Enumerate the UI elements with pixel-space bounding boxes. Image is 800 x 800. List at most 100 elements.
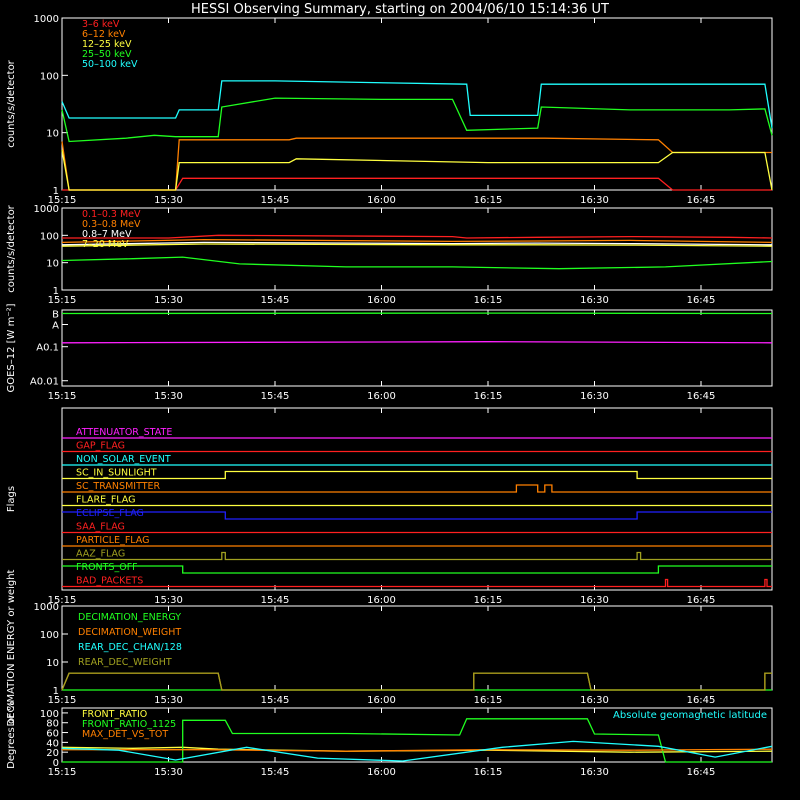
y-tick-label: 1000	[34, 602, 59, 613]
y-tick-label: 100	[40, 709, 59, 720]
x-tick-label: 15:30	[154, 695, 183, 706]
y-axis-label: counts/s/detector	[6, 204, 17, 292]
y-tick-label: 1000	[34, 204, 59, 215]
x-tick-label: 15:45	[261, 295, 290, 306]
x-tick-label: 16:15	[474, 195, 503, 206]
x-tick-label: 15:45	[261, 595, 290, 606]
legend-entry: SC_IN_SUNLIGHT	[76, 468, 157, 479]
panel-frame	[61, 207, 773, 291]
legend-entry: DECIMATION_WEIGHT	[78, 627, 181, 638]
y-tick-label: 40	[46, 738, 59, 749]
series-line	[62, 551, 772, 561]
x-tick-label: 16:00	[367, 195, 396, 206]
panel-3: A0.01 A0.1 AB GOES–12 [W m⁻²] 15:15 15:30 15:4…	[6, 303, 773, 402]
panel-5: 1101001000DECIMATION ENERGY or weight 15:…	[6, 569, 773, 726]
series-line	[62, 234, 773, 239]
series-line	[61, 341, 773, 344]
x-tick-label: 16:00	[367, 767, 396, 778]
x-tick-label: 16:30	[580, 295, 609, 306]
legend-entry: MAX_DET_VS_TOT	[82, 729, 168, 740]
legend-entry: FLARE_FLAG	[76, 495, 136, 506]
y-axis-label: counts/s/detector	[6, 59, 17, 147]
y-tick-label: 10	[46, 658, 59, 669]
x-tick-label: 16:00	[367, 695, 396, 706]
x-tick-label: 15:15	[48, 767, 77, 778]
y-axis-label: GOES–12 [W m⁻²]	[6, 303, 17, 392]
legend-entry: 7–20 MeV	[82, 239, 129, 250]
legend-entry: DECIMATION_ENERGY	[78, 612, 181, 623]
x-tick-label: 15:30	[154, 595, 183, 606]
series-line	[62, 470, 772, 480]
y-tick-label: A	[52, 320, 59, 331]
x-tick-label: 16:30	[580, 391, 609, 402]
y-axis-label: Flags	[6, 486, 17, 512]
x-tick-label: 16:00	[367, 295, 396, 306]
x-tick-label: 16:00	[367, 391, 396, 402]
panel-frame	[61, 17, 773, 191]
x-tick-label: 16:15	[474, 695, 503, 706]
legend-entry: FRONTS_OFF	[76, 562, 138, 573]
y-tick-label: B	[52, 309, 59, 320]
x-tick-label: 16:15	[474, 767, 503, 778]
y-axis-label: Degrees or %	[6, 701, 17, 769]
series-line	[61, 97, 773, 143]
y-tick-label: 1000	[34, 14, 59, 25]
legend-entry: GAP_FLAG	[76, 441, 125, 452]
y-tick-label: 100	[40, 630, 59, 641]
x-tick-label: 16:45	[687, 595, 716, 606]
x-tick-label: 16:30	[580, 767, 609, 778]
y-tick-label: 10	[46, 129, 59, 140]
x-tick-label: 16:30	[580, 195, 609, 206]
series-line	[62, 748, 773, 752]
x-tick-label: 16:15	[474, 595, 503, 606]
x-tick-label: 16:00	[367, 595, 396, 606]
y-tick-label: 20	[46, 748, 59, 759]
annotation-label: Absolute geomagnetic latitude	[613, 710, 767, 721]
panel-6: 020406080100Degrees or %15:15 15:30 15:45 1…	[6, 701, 773, 778]
legend-entry: REAR_DEC_CHAN/128	[78, 642, 182, 653]
legend-entry: 50–100 keV	[82, 59, 138, 70]
series-line	[62, 565, 772, 574]
series-line	[62, 484, 772, 493]
legend-entry: SC_TRANSMITTER	[76, 481, 161, 492]
y-tick-label: 100	[40, 71, 59, 82]
y-tick-label: 60	[46, 729, 59, 740]
x-tick-label: 16:45	[687, 767, 716, 778]
x-tick-label: 15:30	[154, 767, 183, 778]
x-tick-label: 16:45	[687, 695, 716, 706]
x-tick-label: 15:45	[261, 195, 290, 206]
x-tick-label: 15:30	[154, 391, 183, 402]
panel-1: 1101001000counts/s/detector15:15 15:30 15:…	[6, 14, 773, 206]
x-tick-label: 15:45	[261, 767, 290, 778]
panel-2: 1101001000counts/s/detector15:15 15:30 15:…	[6, 204, 773, 306]
x-tick-label: 15:15	[48, 295, 77, 306]
x-tick-label: 15:15	[48, 391, 77, 402]
x-tick-label: 16:45	[687, 195, 716, 206]
observing-summary-chart: HESSI Observing Summary, starting on 200…	[6, 2, 773, 778]
x-tick-label: 15:15	[48, 695, 77, 706]
legend-entry: PARTICLE_FLAG	[76, 535, 149, 546]
legend-entry: SAA_FLAG	[76, 522, 125, 533]
series-line	[62, 511, 772, 520]
chart-panels: 1101001000counts/s/detector15:15 15:30 15:…	[6, 14, 773, 778]
series-line	[61, 137, 772, 191]
x-tick-label: 16:45	[687, 391, 716, 402]
y-tick-label: 80	[46, 719, 59, 730]
panel-4: Flags15:15 15:30 15:45 16:00 16:15 16:30 16:45…	[6, 407, 773, 606]
series-line	[61, 238, 773, 244]
y-tick-label: 100	[40, 231, 59, 242]
legend-entry: AAZ_FLAG	[76, 549, 125, 560]
legend-entry: REAR_DEC_WEIGHT	[78, 657, 172, 668]
series-line	[61, 256, 773, 270]
x-tick-label: 15:30	[154, 295, 183, 306]
y-tick-label: 10	[46, 259, 59, 270]
legend-entry: BAD_PACKETS	[76, 576, 143, 587]
y-tick-label: A0.1	[36, 343, 59, 354]
panel-frame	[61, 309, 773, 387]
x-tick-label: 16:30	[580, 595, 609, 606]
x-tick-label: 16:15	[474, 295, 503, 306]
x-tick-label: 16:15	[474, 391, 503, 402]
legend-entry: NON_SOLAR_EVENT	[76, 454, 171, 465]
legend-entry: ATTENUATOR_STATE	[76, 427, 172, 438]
x-tick-label: 16:45	[687, 295, 716, 306]
